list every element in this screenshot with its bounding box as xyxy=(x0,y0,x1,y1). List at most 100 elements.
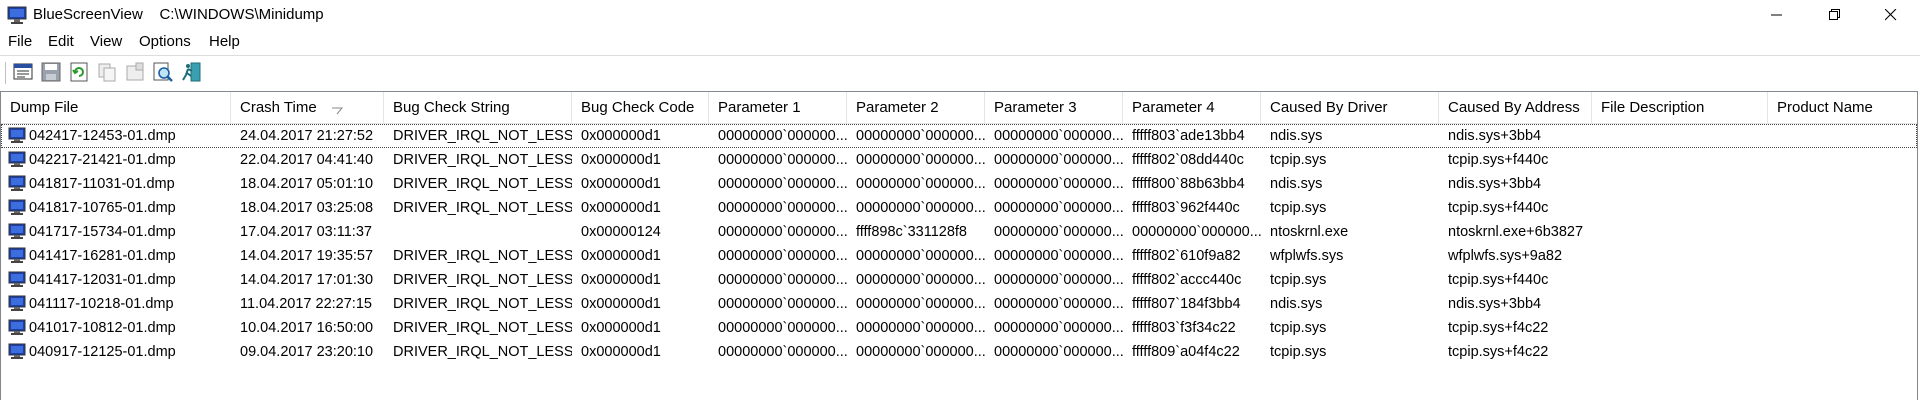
cell-bug-check-string: DRIVER_IRQL_NOT_LESS... xyxy=(393,152,572,168)
find-button[interactable] xyxy=(152,61,176,85)
menu-help[interactable]: Help xyxy=(209,33,240,50)
cell-file-description xyxy=(1592,292,1768,316)
crash-list[interactable]: Dump File Crash Time Bug Check String Bu… xyxy=(0,91,1918,400)
cell-caused-by-address: tcpip.sys+f4c22 xyxy=(1448,320,1549,336)
menu-file[interactable]: File xyxy=(8,33,32,50)
column-header-bug-check-string[interactable]: Bug Check String xyxy=(384,92,572,123)
cell-bug-check-string: DRIVER_IRQL_NOT_LESS... xyxy=(393,320,572,336)
cell-dump-file: 041017-10812-01.dmp xyxy=(29,320,176,336)
cell-dump-file: 042417-12453-01.dmp xyxy=(29,128,176,144)
cell-caused-by-driver: ndis.sys xyxy=(1270,128,1323,144)
column-header-crash-time-label: Crash Time xyxy=(240,99,317,116)
save-icon xyxy=(41,62,61,82)
table-row[interactable]: 042417-12453-01.dmp 24.04.2017 21:27:52 DR… xyxy=(1,124,1917,148)
cell-crash-time: 09.04.2017 23:20:10 xyxy=(240,344,374,360)
cell-parameter-1: 00000000`000000... xyxy=(718,248,847,264)
cell-parameter-2: 00000000`000000... xyxy=(856,344,985,360)
cell-parameter-3: 00000000`000000... xyxy=(994,224,1123,240)
cell-parameter-4: fffff800`88b63bb4 xyxy=(1132,176,1245,192)
table-row[interactable]: 041417-12031-01.dmp 14.04.2017 17:01:30 DR… xyxy=(1,268,1917,292)
cell-parameter-2: ffff898c`331128f8 xyxy=(856,224,968,240)
table-row[interactable]: 041017-10812-01.dmp 10.04.2017 16:50:00 DR… xyxy=(1,316,1917,340)
table-row[interactable]: 041117-10218-01.dmp 11.04.2017 22:27:15 DR… xyxy=(1,292,1917,316)
cell-caused-by-driver: ndis.sys xyxy=(1270,296,1323,312)
cell-bug-check-string: DRIVER_IRQL_NOT_LESS... xyxy=(393,200,572,216)
column-header-parameter-1[interactable]: Parameter 1 xyxy=(709,92,847,123)
bluescreenview-app-icon xyxy=(7,6,27,28)
cell-crash-time: 24.04.2017 21:27:52 xyxy=(240,128,374,144)
copy-button[interactable] xyxy=(96,61,120,85)
table-row[interactable]: 041817-10765-01.dmp 18.04.2017 03:25:08 DR… xyxy=(1,196,1917,220)
table-row[interactable]: 041817-11031-01.dmp 18.04.2017 05:01:10 DR… xyxy=(1,172,1917,196)
cell-bug-check-string: DRIVER_IRQL_NOT_LESS... xyxy=(393,248,572,264)
html-report-button[interactable] xyxy=(124,61,148,85)
cell-bug-check-code: 0x000000d1 xyxy=(581,296,661,312)
cell-bug-check-string: DRIVER_IRQL_NOT_LESS... xyxy=(393,296,572,312)
table-row[interactable]: 042217-21421-01.dmp 22.04.2017 04:41:40 DR… xyxy=(1,148,1917,172)
table-row[interactable]: 041717-15734-01.dmp 17.04.2017 03:11:37 0x… xyxy=(1,220,1917,244)
refresh-button[interactable] xyxy=(68,61,92,85)
cell-product-name xyxy=(1768,268,1917,292)
cell-parameter-1: 00000000`000000... xyxy=(718,152,847,168)
cell-product-name xyxy=(1768,124,1917,148)
cell-parameter-2: 00000000`000000... xyxy=(856,200,985,216)
column-header-crash-time[interactable]: Crash Time xyxy=(231,92,384,123)
cell-bug-check-string: DRIVER_IRQL_NOT_LESS... xyxy=(393,176,572,192)
cell-file-description xyxy=(1592,124,1768,148)
properties-icon xyxy=(13,63,33,80)
cell-parameter-4: fffff807`184f3bb4 xyxy=(1132,296,1241,312)
cell-parameter-1: 00000000`000000... xyxy=(718,176,847,192)
cell-product-name xyxy=(1768,148,1917,172)
toolbar xyxy=(0,55,1920,92)
properties-button[interactable] xyxy=(12,61,36,85)
cell-product-name xyxy=(1768,172,1917,196)
cell-parameter-2: 00000000`000000... xyxy=(856,320,985,336)
close-icon xyxy=(1885,9,1897,21)
cell-parameter-4: fffff802`610f9a82 xyxy=(1132,248,1241,264)
column-header-file-description[interactable]: File Description xyxy=(1592,92,1768,123)
cell-dump-file: 041717-15734-01.dmp xyxy=(29,224,176,240)
cell-caused-by-driver: wfplwfs.sys xyxy=(1270,248,1344,264)
cell-caused-by-address: wfplwfs.sys+9a82 xyxy=(1448,248,1563,264)
cell-parameter-4: fffff803`962f440c xyxy=(1132,200,1240,216)
cell-file-description xyxy=(1592,244,1768,268)
column-header-caused-by-address[interactable]: Caused By Address xyxy=(1439,92,1592,123)
cell-product-name xyxy=(1768,340,1917,364)
cell-bug-check-code: 0x000000d1 xyxy=(581,128,661,144)
column-header-row: Dump File Crash Time Bug Check String Bu… xyxy=(1,92,1917,124)
cell-crash-time: 10.04.2017 16:50:00 xyxy=(240,320,374,336)
maximize-button[interactable] xyxy=(1806,0,1864,30)
title-bar: BlueScreenView C:\WINDOWS\Minidump xyxy=(0,0,1920,30)
cell-parameter-3: 00000000`000000... xyxy=(994,176,1123,192)
exit-button[interactable] xyxy=(180,61,204,85)
minimize-button[interactable] xyxy=(1748,0,1806,30)
column-header-bug-check-code[interactable]: Bug Check Code xyxy=(572,92,709,123)
cell-parameter-3: 00000000`000000... xyxy=(994,296,1123,312)
cell-caused-by-driver: tcpip.sys xyxy=(1270,272,1327,288)
column-header-dump-file[interactable]: Dump File xyxy=(1,92,231,123)
cell-caused-by-driver: tcpip.sys xyxy=(1270,152,1327,168)
cell-caused-by-driver: tcpip.sys xyxy=(1270,344,1327,360)
column-header-parameter-3[interactable]: Parameter 3 xyxy=(985,92,1123,123)
column-header-parameter-4[interactable]: Parameter 4 xyxy=(1123,92,1261,123)
cell-parameter-1: 00000000`000000... xyxy=(718,272,847,288)
cell-parameter-4: 00000000`000000... xyxy=(1132,224,1261,240)
cell-bug-check-code: 0x00000124 xyxy=(581,224,661,240)
cell-parameter-1: 00000000`000000... xyxy=(718,128,847,144)
cell-file-description xyxy=(1592,316,1768,340)
menu-view[interactable]: View xyxy=(90,33,122,50)
menu-options[interactable]: Options xyxy=(139,33,191,50)
cell-parameter-2: 00000000`000000... xyxy=(856,152,985,168)
table-row[interactable]: 041417-16281-01.dmp 14.04.2017 19:35:57 DR… xyxy=(1,244,1917,268)
close-button[interactable] xyxy=(1862,0,1920,30)
save-button[interactable] xyxy=(40,61,64,85)
cell-parameter-4: fffff809`a04f4c22 xyxy=(1132,344,1240,360)
table-row[interactable]: 040917-12125-01.dmp 09.04.2017 23:20:10 DR… xyxy=(1,340,1917,364)
menu-bar: File Edit View Options Help xyxy=(0,30,1920,54)
column-header-product-name[interactable]: Product Name xyxy=(1768,92,1917,123)
menu-edit[interactable]: Edit xyxy=(48,33,74,50)
cell-product-name xyxy=(1768,292,1917,316)
cell-bug-check-code: 0x000000d1 xyxy=(581,320,661,336)
column-header-parameter-2[interactable]: Parameter 2 xyxy=(847,92,985,123)
column-header-caused-by-driver[interactable]: Caused By Driver xyxy=(1261,92,1439,123)
